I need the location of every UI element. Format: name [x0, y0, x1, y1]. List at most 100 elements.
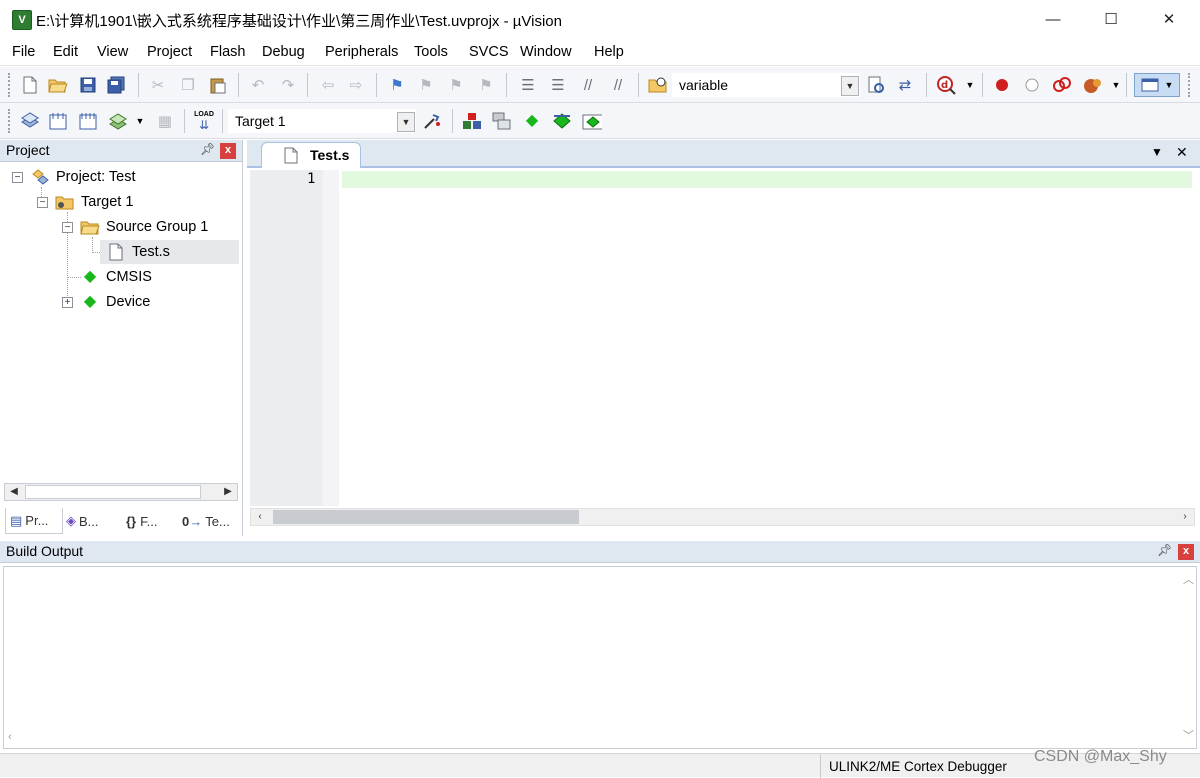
toolbar-separator — [222, 109, 223, 133]
target-select[interactable]: Target 1 ▼ — [228, 109, 416, 133]
indent-icon[interactable]: ☰ — [518, 75, 538, 95]
menu-svcs[interactable]: SVCS — [469, 44, 509, 60]
chevron-down-icon[interactable]: ▼ — [1106, 75, 1126, 95]
comment-icon[interactable]: // — [578, 75, 598, 95]
close-pane-button[interactable]: x — [220, 143, 236, 159]
tree-item-source-group[interactable]: − Source Group 1 — [62, 215, 208, 239]
build-output-text-area[interactable]: ︿ ﹀ ‹ — [3, 566, 1197, 749]
scroll-up-icon[interactable]: ︿ — [1183, 571, 1194, 587]
find-combo[interactable]: variable ▼ — [672, 73, 860, 97]
tab-test-s[interactable]: Test.s — [261, 142, 361, 168]
tab-functions[interactable]: {} F... — [124, 508, 176, 534]
copy-icon[interactable]: ❐ — [178, 75, 198, 95]
manage-project-items-icon[interactable] — [462, 111, 482, 131]
current-line-highlight[interactable] — [342, 171, 1192, 188]
stop-build-icon[interactable]: ▦ — [155, 111, 175, 131]
redo-icon[interactable]: ↷ — [278, 75, 298, 95]
manage-runtime-environment-icon[interactable]: ◆ — [522, 111, 542, 131]
pack-manager-icon[interactable] — [582, 111, 602, 131]
save-icon[interactable] — [78, 75, 98, 95]
window-layout-button[interactable]: ▼ — [1134, 73, 1180, 97]
insert-breakpoint-icon[interactable] — [992, 75, 1012, 95]
options-for-target-icon[interactable] — [422, 111, 442, 131]
download-load-button[interactable]: LOAD ⇊ — [194, 111, 214, 131]
menu-debug[interactable]: Debug — [262, 44, 305, 60]
cut-icon[interactable]: ✂ — [148, 75, 168, 95]
tab-templates[interactable]: 0→ Te... — [180, 508, 238, 534]
menu-window[interactable]: Window — [520, 44, 572, 60]
pack-installer-icon[interactable] — [552, 111, 572, 131]
expand-icon[interactable]: + — [62, 297, 73, 308]
debug-session-icon[interactable]: ⇄ — [895, 75, 915, 95]
select-packs-icon[interactable] — [492, 111, 512, 131]
kill-breakpoints-icon[interactable] — [1082, 75, 1102, 95]
close-pane-button[interactable]: x — [1178, 544, 1194, 560]
menu-edit[interactable]: Edit — [53, 44, 78, 60]
toolbar-grip[interactable] — [1188, 73, 1192, 97]
menu-help[interactable]: Help — [594, 44, 624, 60]
close-tab-icon[interactable]: ✕ — [1176, 144, 1188, 161]
menu-peripherals[interactable]: Peripherals — [325, 44, 398, 60]
scroll-right-icon[interactable]: › — [1176, 509, 1194, 525]
scroll-thumb[interactable] — [25, 485, 201, 499]
tree-item-target[interactable]: − Target 1 — [37, 190, 133, 214]
close-window-button[interactable]: ✕ — [1140, 0, 1198, 40]
translate-icon[interactable] — [20, 111, 40, 131]
toolbar-grip[interactable] — [8, 73, 12, 97]
collapse-icon[interactable]: − — [37, 197, 48, 208]
new-file-icon[interactable] — [20, 75, 40, 95]
uncomment-icon[interactable]: // — [608, 75, 628, 95]
pin-icon[interactable]: 📌︎ — [200, 142, 215, 156]
batch-build-icon[interactable] — [108, 111, 128, 131]
menu-tools[interactable]: Tools — [414, 44, 448, 60]
scroll-left-icon[interactable]: ◀ — [5, 484, 23, 500]
undo-icon[interactable]: ↶ — [248, 75, 268, 95]
menu-flash[interactable]: Flash — [210, 44, 245, 60]
editor-horizontal-scrollbar[interactable]: ‹ › — [250, 508, 1195, 526]
pin-icon[interactable]: 📌︎ — [1157, 543, 1172, 557]
bookmark-icon[interactable]: ⚑ — [387, 75, 407, 95]
find-in-files-icon[interactable] — [648, 75, 668, 95]
open-folder-icon[interactable] — [48, 75, 68, 95]
next-bookmark-icon[interactable]: ⚑ — [446, 75, 466, 95]
tab-books[interactable]: ◈ B... — [64, 508, 118, 534]
save-all-icon[interactable] — [106, 75, 126, 95]
minimize-button[interactable]: — — [1024, 0, 1082, 40]
menu-view[interactable]: View — [97, 44, 128, 60]
tab-project[interactable]: ▤ Pr... — [5, 508, 63, 534]
navigate-back-icon[interactable]: ⇦ — [318, 75, 338, 95]
previous-bookmark-icon[interactable]: ⚑ — [416, 75, 436, 95]
collapse-icon[interactable]: − — [62, 222, 73, 233]
incremental-find-icon[interactable] — [866, 75, 886, 95]
tree-item-file[interactable]: Test.s — [100, 240, 239, 264]
menu-project[interactable]: Project — [147, 44, 192, 60]
scroll-right-icon[interactable]: ▶ — [219, 484, 237, 500]
disable-breakpoints-icon[interactable] — [1052, 75, 1072, 95]
navigate-forward-icon[interactable]: ⇨ — [346, 75, 366, 95]
breakpoint-margin[interactable] — [323, 170, 339, 506]
scroll-thumb[interactable] — [273, 510, 579, 524]
tree-item-cmsis[interactable]: ◆ CMSIS — [80, 265, 152, 289]
chevron-down-icon[interactable]: ▼ — [397, 112, 415, 132]
paste-icon[interactable] — [208, 75, 228, 95]
scroll-left-icon[interactable]: ‹ — [251, 509, 269, 525]
rebuild-icon[interactable] — [78, 111, 98, 131]
tree-item-project[interactable]: − Project: Test — [12, 165, 136, 189]
unindent-icon[interactable]: ☰ — [548, 75, 568, 95]
tab-list-dropdown-icon[interactable]: ▼ — [1151, 145, 1163, 159]
menu-file[interactable]: File — [12, 44, 35, 60]
chevron-down-icon[interactable]: ▼ — [960, 75, 980, 95]
collapse-icon[interactable]: − — [12, 172, 23, 183]
start-debug-icon[interactable]: d — [936, 75, 956, 95]
scroll-down-icon[interactable]: ﹀ — [1183, 727, 1194, 743]
project-horizontal-scrollbar[interactable]: ◀ ▶ — [4, 483, 238, 501]
toolbar-grip[interactable] — [8, 109, 12, 133]
chevron-down-icon[interactable]: ▼ — [130, 111, 150, 131]
tree-item-device[interactable]: + ◆ Device — [62, 290, 150, 314]
clear-bookmarks-icon[interactable]: ⚑ — [476, 75, 496, 95]
scroll-left-icon[interactable]: ‹ — [8, 731, 12, 743]
enable-breakpoint-icon[interactable] — [1022, 75, 1042, 95]
chevron-down-icon[interactable]: ▼ — [841, 76, 859, 96]
build-icon[interactable] — [48, 111, 68, 131]
maximize-button[interactable]: ☐ — [1082, 0, 1140, 40]
